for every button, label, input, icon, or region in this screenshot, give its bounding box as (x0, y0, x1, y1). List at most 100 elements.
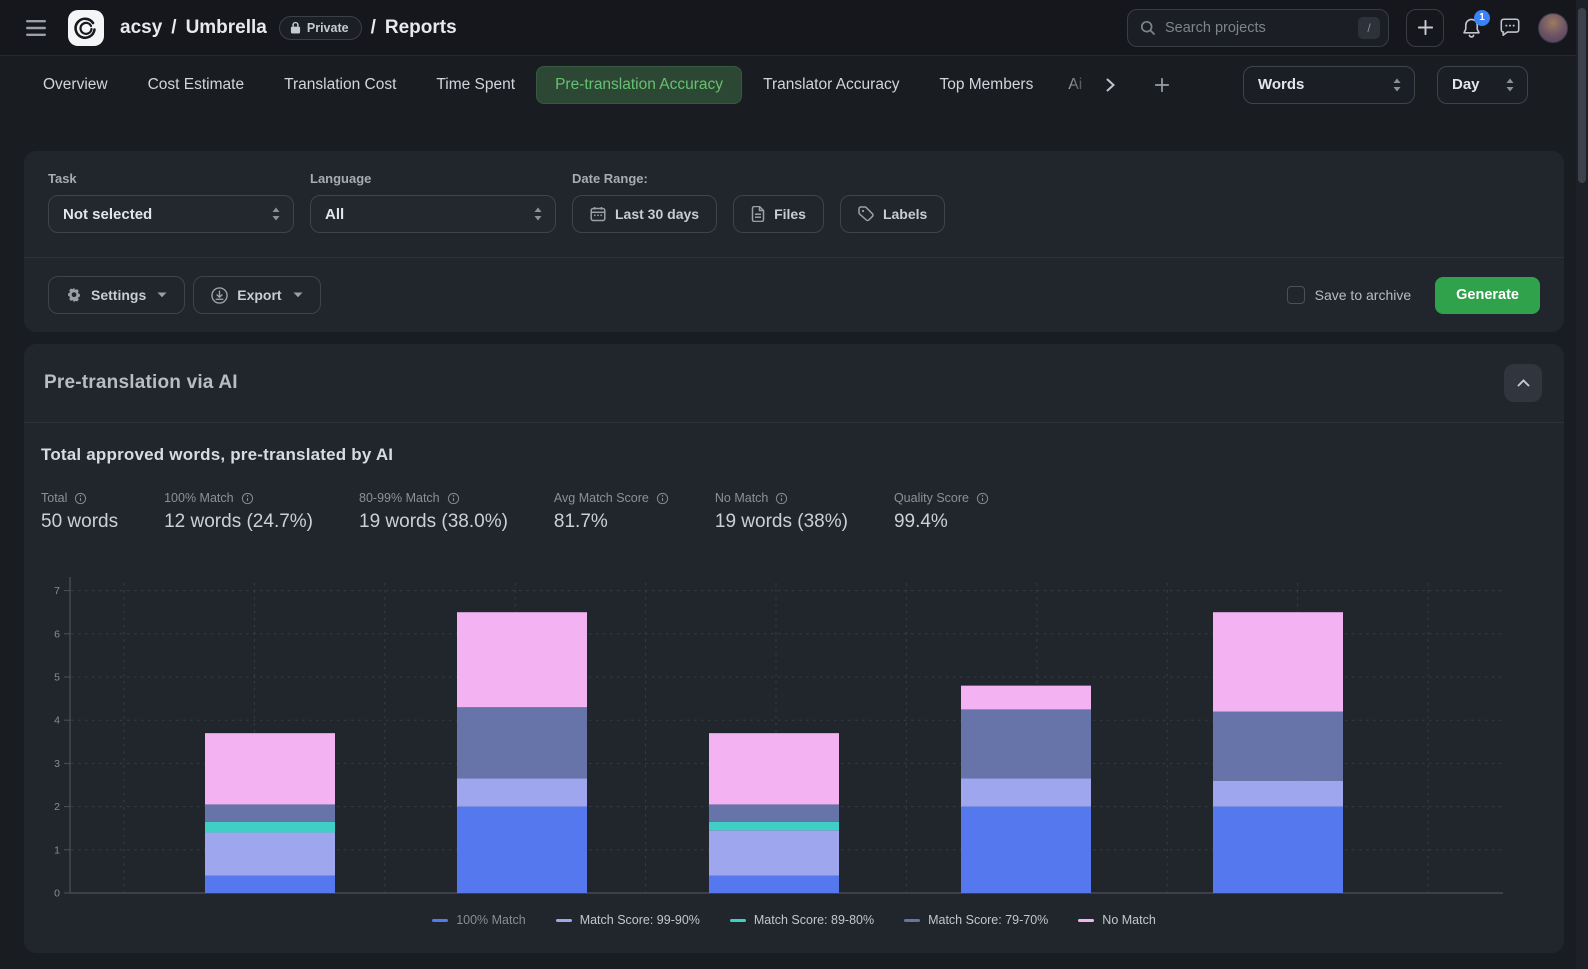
plus-icon (1418, 20, 1433, 35)
legend-swatch (730, 919, 746, 922)
calendar-icon (590, 206, 606, 222)
updown-arrows-icon (533, 207, 543, 221)
app-logo[interactable] (68, 10, 104, 46)
language-select-value: All (325, 206, 344, 223)
labels-filter-button[interactable]: Labels (840, 195, 945, 233)
settings-button-label: Settings (91, 287, 146, 303)
tab-time-spent[interactable]: Time Spent (417, 66, 534, 104)
generate-button[interactable]: Generate (1435, 277, 1540, 314)
files-button-label: Files (774, 206, 806, 222)
date-range-label: Date Range: (572, 171, 945, 186)
stat-quality-score: Quality Score99.4% (894, 491, 989, 533)
language-select[interactable]: All (310, 195, 556, 233)
task-select[interactable]: Not selected (48, 195, 294, 233)
save-to-archive-checkbox[interactable] (1287, 286, 1305, 304)
tab-translator-accuracy[interactable]: Translator Accuracy (744, 66, 918, 104)
stat-label: 100% Match (164, 491, 233, 505)
breadcrumb-org[interactable]: acsy (120, 17, 162, 39)
bar-segment-match-score-79-70 (457, 707, 587, 778)
breadcrumb-separator: / (171, 17, 176, 39)
breadcrumb-project[interactable]: Umbrella (186, 17, 267, 39)
info-icon (74, 492, 87, 505)
info-icon (976, 492, 989, 505)
stat-label: No Match (715, 491, 769, 505)
bar-segment-no-match (709, 733, 839, 804)
legend-label: No Match (1102, 913, 1156, 927)
bar-segment-no-match (1213, 612, 1343, 711)
legend-item-100-match[interactable]: 100% Match (432, 913, 525, 927)
report-tabs: OverviewCost EstimateTranslation CostTim… (0, 56, 1588, 113)
notifications-button[interactable]: 1 (1461, 17, 1482, 39)
create-new-button[interactable] (1406, 9, 1444, 47)
export-dropdown-button[interactable]: Export (193, 276, 320, 314)
stat-label: Total (41, 491, 67, 505)
notification-badge: 1 (1474, 10, 1490, 26)
svg-text:5: 5 (54, 672, 60, 684)
bar-segment-100-match (457, 807, 587, 893)
bar-segment-match-score-99-90 (961, 779, 1091, 807)
add-report-tab-button[interactable] (1147, 70, 1177, 100)
period-select-value: Day (1452, 76, 1480, 93)
page-scrollbar-track[interactable] (1576, 0, 1588, 969)
collapse-section-button[interactable] (1504, 364, 1542, 402)
stat-total: Total50 words (41, 491, 118, 533)
legend-item-match-score-79-70[interactable]: Match Score: 79-70% (904, 913, 1048, 927)
private-badge-label: Private (307, 21, 349, 35)
stat-no-match: No Match19 words (38%) (715, 491, 848, 533)
hamburger-menu-icon[interactable] (20, 14, 52, 42)
legend-label: Match Score: 79-70% (928, 913, 1048, 927)
legend-item-match-score-99-90[interactable]: Match Score: 99-90% (556, 913, 700, 927)
svg-text:3: 3 (54, 758, 60, 770)
files-filter-button[interactable]: Files (733, 195, 824, 233)
period-select[interactable]: Day (1437, 66, 1528, 104)
export-button-label: Export (237, 287, 281, 303)
legend-item-match-score-89-80[interactable]: Match Score: 89-80% (730, 913, 874, 927)
tab-pre-translation-accuracy[interactable]: Pre-translation Accuracy (536, 66, 742, 104)
page-scrollbar-thumb[interactable] (1578, 8, 1586, 183)
updown-arrows-icon (1392, 78, 1402, 92)
tab-overview[interactable]: Overview (24, 66, 127, 104)
tabs-scroll-right-button[interactable] (1098, 70, 1123, 100)
messages-button[interactable] (1499, 17, 1521, 38)
unit-select[interactable]: Words (1243, 66, 1415, 104)
svg-text:2: 2 (54, 801, 60, 813)
info-icon (447, 492, 460, 505)
search-input[interactable]: Search projects / (1127, 9, 1389, 47)
settings-dropdown-button[interactable]: Settings (48, 276, 185, 314)
tabs-list: OverviewCost EstimateTranslation CostTim… (24, 66, 1052, 104)
svg-text:6: 6 (54, 628, 60, 640)
bar-segment-100-match (1213, 807, 1343, 893)
tab-top-members[interactable]: Top Members (920, 66, 1052, 104)
task-field: Task Not selected (48, 171, 294, 233)
bar-segment-match-score-99-90 (457, 779, 587, 807)
info-icon (775, 492, 788, 505)
tab-cost-estimate[interactable]: Cost Estimate (129, 66, 263, 104)
updown-arrows-icon (271, 207, 281, 221)
stat-value: 19 words (38.0%) (359, 511, 508, 533)
legend-item-no-match[interactable]: No Match (1078, 913, 1156, 927)
stat-label: Avg Match Score (554, 491, 649, 505)
tab-fade-overlay (1052, 67, 1098, 103)
language-label: Language (310, 171, 556, 186)
stat-80-99-match: 80-99% Match19 words (38.0%) (359, 491, 508, 533)
bar-segment-100-match (205, 876, 335, 893)
save-to-archive-label: Save to archive (1315, 287, 1412, 303)
bar-segment-match-score-79-70 (709, 804, 839, 821)
bar-segment-match-score-79-70 (961, 709, 1091, 778)
legend-label: 100% Match (456, 913, 525, 927)
bar-segment-match-score-99-90 (1213, 781, 1343, 807)
tab-overflow-truncated[interactable]: Ai (1052, 67, 1098, 103)
date-range-button[interactable]: Last 30 days (572, 195, 717, 233)
bar-segment-match-score-99-90 (709, 830, 839, 875)
tab-translation-cost[interactable]: Translation Cost (265, 66, 415, 104)
pretranslation-report-card: Pre-translation via AI Total approved wo… (24, 344, 1564, 953)
task-select-value: Not selected (63, 206, 152, 223)
chart-legend: 100% Match Match Score: 99-90% Match Score… (41, 913, 1547, 927)
stat-avg-match-score: Avg Match Score81.7% (554, 491, 669, 533)
svg-text:7: 7 (54, 585, 60, 597)
caret-down-icon (157, 292, 167, 298)
legend-label: Match Score: 99-90% (580, 913, 700, 927)
legend-label: Match Score: 89-80% (754, 913, 874, 927)
gear-icon (66, 287, 82, 303)
user-avatar[interactable] (1538, 13, 1568, 43)
